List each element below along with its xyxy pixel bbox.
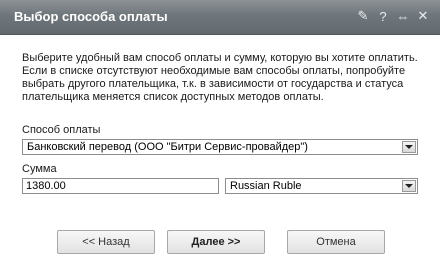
pin-icon[interactable]: ✎	[356, 8, 370, 24]
chevron-down-icon[interactable]	[402, 180, 416, 192]
description-text: Выберите удобный вам способ оплаты и сум…	[22, 52, 418, 103]
payment-method-value: Банковский перевод (ООО "Битри Сервис-пр…	[27, 141, 308, 153]
next-button[interactable]: Далее >>	[167, 230, 265, 254]
dialog-content: Выберите удобный вам способ оплаты и сум…	[22, 52, 420, 104]
payment-method-label: Способ оплаты	[22, 124, 101, 136]
titlebar-icons: ✎ ? ⇔ ✕	[356, 8, 430, 24]
chevron-down-icon[interactable]	[402, 141, 416, 153]
amount-label: Сумма	[22, 163, 57, 175]
dialog-title: Выбор способа оплаты	[14, 9, 168, 24]
help-icon[interactable]: ?	[376, 8, 390, 24]
cancel-button[interactable]: Отмена	[287, 230, 385, 254]
restore-icon[interactable]: ⇔	[396, 8, 410, 24]
button-bar: << Назад Далее >> Отмена	[0, 220, 440, 261]
back-button[interactable]: << Назад	[57, 230, 155, 254]
dialog-titlebar[interactable]: Выбор способа оплаты ✎ ? ⇔ ✕	[0, 0, 440, 35]
currency-select[interactable]: Russian Ruble	[225, 178, 418, 194]
payment-method-select[interactable]: Банковский перевод (ООО "Битри Сервис-пр…	[22, 139, 418, 155]
close-icon[interactable]: ✕	[416, 8, 430, 24]
currency-value: Russian Ruble	[230, 180, 302, 192]
payment-method-dialog: Выбор способа оплаты ✎ ? ⇔ ✕ Выберите уд…	[0, 0, 440, 261]
amount-input[interactable]: 1380.00	[22, 178, 219, 194]
